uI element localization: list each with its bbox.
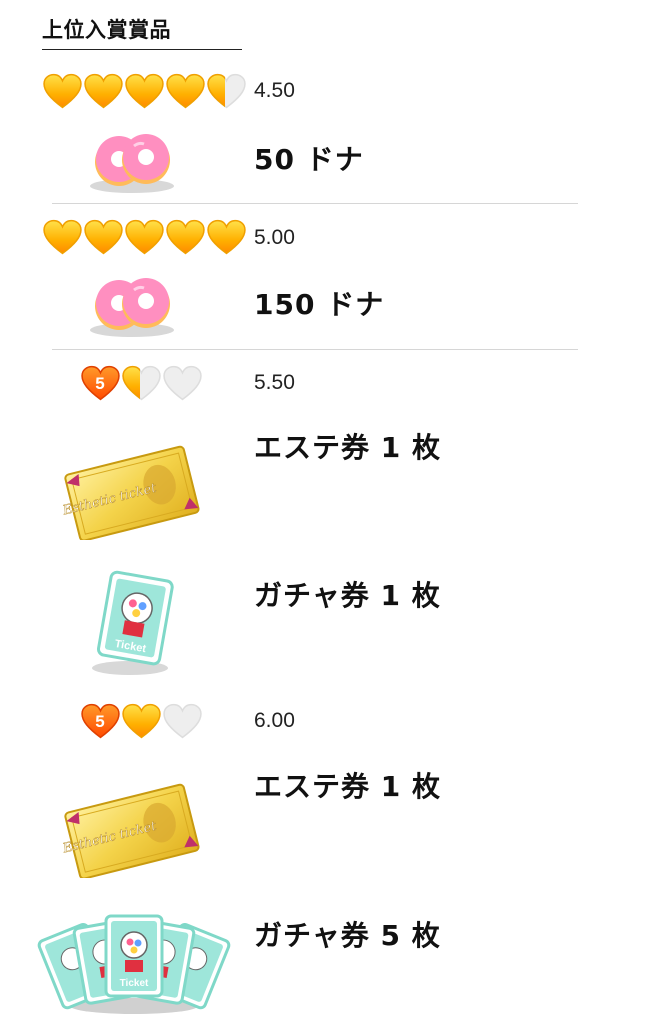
full-heart-icon bbox=[124, 72, 165, 110]
reward-label: エステ券 1 枚 bbox=[254, 431, 441, 464]
empty-heart-icon bbox=[162, 364, 203, 402]
gacha-ticket-icon: Ticket bbox=[92, 570, 174, 675]
divider bbox=[52, 349, 578, 350]
full-heart-icon bbox=[83, 72, 124, 110]
level-badge-text: 5 bbox=[95, 712, 104, 731]
full-heart-icon bbox=[121, 702, 162, 740]
reward-label: 150 ドナ bbox=[254, 288, 385, 321]
full-heart-icon bbox=[206, 218, 247, 256]
donut-icon bbox=[90, 134, 174, 193]
score-value: 6.00 bbox=[254, 709, 295, 732]
ticket-text: Ticket bbox=[120, 978, 149, 989]
esthetic-ticket-icon: Esthetic ticket bbox=[60, 783, 200, 878]
full-heart-icon bbox=[83, 218, 124, 256]
esthetic-ticket-icon: Esthetic ticket bbox=[60, 445, 200, 540]
heart-rating-tier-1 bbox=[42, 72, 247, 110]
donut-icon bbox=[90, 278, 174, 337]
empty-heart-icon bbox=[162, 702, 203, 740]
reward-label: ガチャ券 5 枚 bbox=[254, 919, 441, 952]
level-badge-heart-icon: 5 bbox=[80, 364, 121, 402]
score-value: 4.50 bbox=[254, 79, 295, 102]
reward-label: ガチャ券 1 枚 bbox=[254, 579, 441, 612]
full-heart-icon bbox=[42, 72, 83, 110]
half-heart-icon bbox=[121, 364, 162, 402]
score-value: 5.50 bbox=[254, 371, 295, 394]
heart-rating-tier-3: 5 bbox=[80, 364, 203, 402]
gacha-ticket-stack-icon: Ticket bbox=[37, 914, 231, 1014]
section-title: 上位入賞賞品 bbox=[42, 14, 242, 50]
reward-label: 50 ドナ bbox=[254, 143, 364, 176]
reward-label: エステ券 1 枚 bbox=[254, 770, 441, 803]
heart-rating-tier-2 bbox=[42, 218, 247, 256]
score-value: 5.00 bbox=[254, 226, 295, 249]
full-heart-icon bbox=[124, 218, 165, 256]
full-heart-icon bbox=[42, 218, 83, 256]
level-badge-heart-icon: 5 bbox=[80, 702, 121, 740]
heart-rating-tier-4: 5 bbox=[80, 702, 203, 740]
level-badge-text: 5 bbox=[95, 374, 104, 393]
half-heart-icon bbox=[206, 72, 247, 110]
full-heart-icon bbox=[165, 218, 206, 256]
full-heart-icon bbox=[165, 72, 206, 110]
divider bbox=[52, 203, 578, 204]
